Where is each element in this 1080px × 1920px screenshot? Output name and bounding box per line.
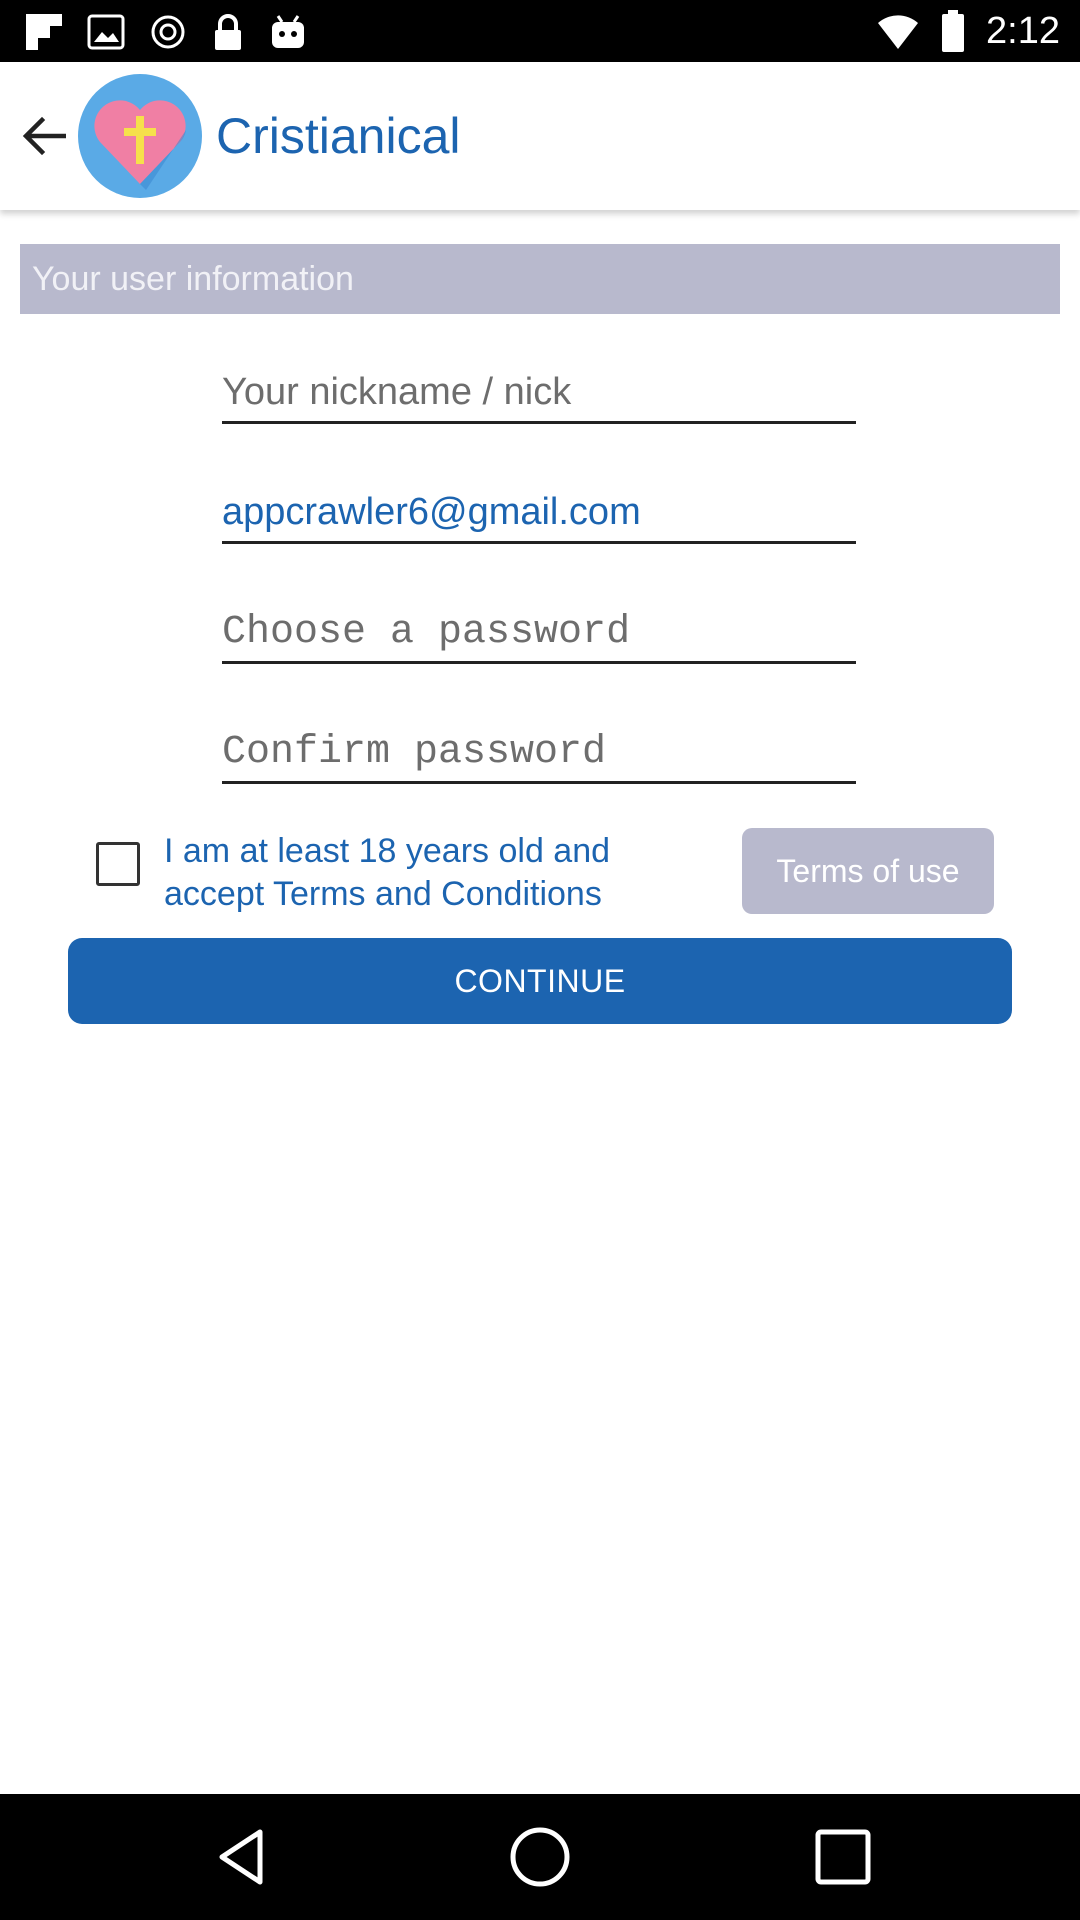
app-title: Cristianical: [216, 108, 461, 164]
lock-icon: [215, 14, 241, 50]
back-button[interactable]: [14, 106, 74, 166]
system-nav-bar: [0, 1794, 1080, 1920]
nav-home-icon[interactable]: [507, 1824, 573, 1890]
notification-icons: [24, 12, 308, 52]
status-bar: 2:12: [0, 0, 1080, 62]
section-header: Your user information: [20, 244, 1060, 314]
continue-button[interactable]: CONTINUE: [68, 938, 1012, 1024]
app-toolbar: Cristianical: [0, 62, 1080, 210]
nav-back-icon[interactable]: [210, 1824, 276, 1890]
sync-icon: [151, 15, 185, 49]
email-input[interactable]: [222, 484, 856, 544]
arrow-left-icon: [22, 116, 66, 156]
age-terms-checkbox[interactable]: [96, 842, 140, 886]
status-time: 2:12: [986, 9, 1060, 52]
android-icon: [272, 15, 304, 48]
confirm-password-input[interactable]: [222, 724, 856, 784]
flipboard-icon: [26, 14, 62, 50]
wifi-icon: [878, 15, 919, 49]
image-icon: [87, 14, 125, 50]
password-input[interactable]: [222, 604, 856, 664]
terms-of-use-button[interactable]: Terms of use: [742, 828, 994, 914]
battery-icon: [942, 10, 965, 52]
nickname-input[interactable]: [222, 364, 856, 424]
status-right: 2:12: [876, 8, 1060, 54]
app-logo: [78, 74, 202, 198]
nav-recents-icon[interactable]: [810, 1824, 876, 1890]
age-terms-label[interactable]: I am at least 18 years old and accept Te…: [164, 830, 684, 916]
